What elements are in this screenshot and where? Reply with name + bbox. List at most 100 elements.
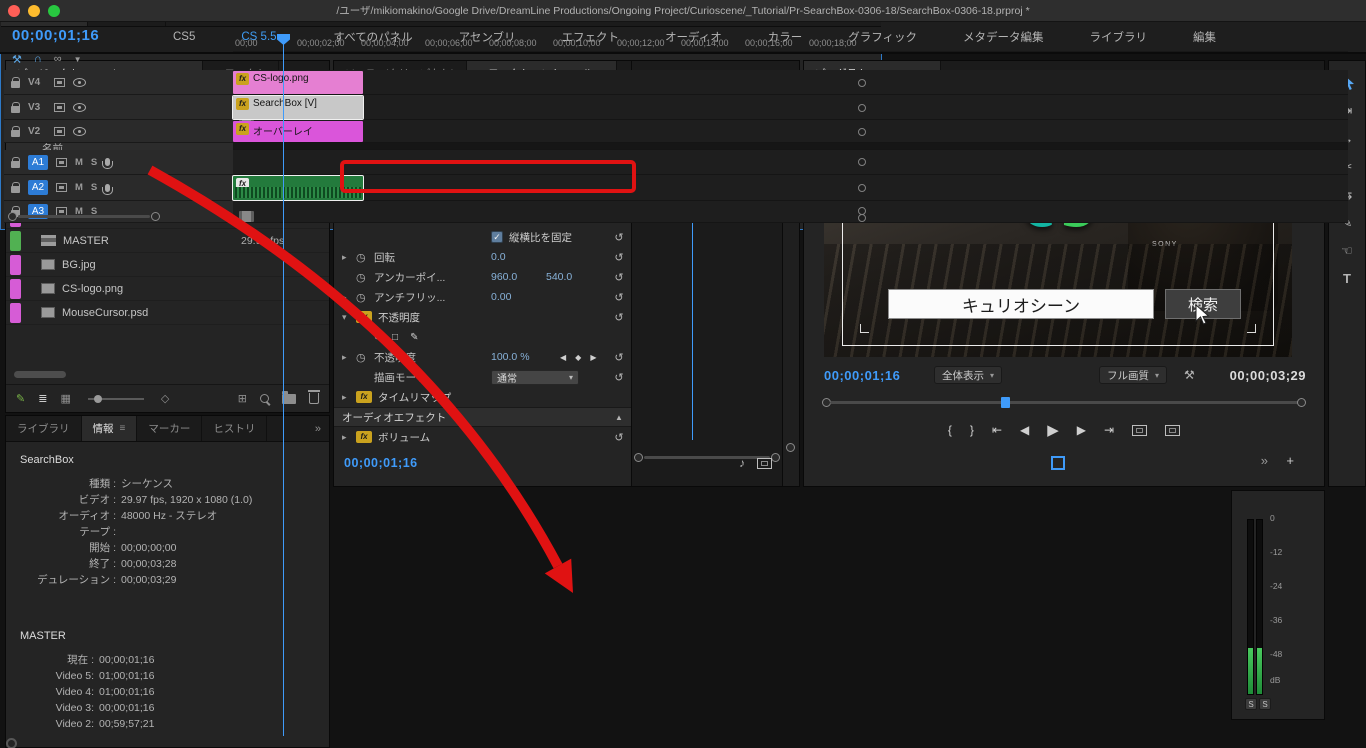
rotation-value[interactable]: 0.0: [491, 251, 546, 263]
stopwatch-icon[interactable]: ◷: [356, 251, 374, 264]
more-buttons-icon[interactable]: »: [1261, 453, 1268, 468]
hand-tool[interactable]: ☜: [1341, 243, 1353, 258]
automate-to-sequence-button[interactable]: ⊞: [238, 392, 247, 405]
program-current-timecode[interactable]: 00;00;01;16: [824, 368, 900, 383]
stopwatch-icon[interactable]: ◷: [356, 291, 374, 304]
rect-mask-icon[interactable]: □: [392, 332, 398, 343]
lock-icon[interactable]: [11, 130, 20, 137]
twirl-icon[interactable]: ▸: [342, 292, 356, 303]
label-color-chip[interactable]: [10, 279, 21, 299]
anchor-x-value[interactable]: 960.0: [491, 271, 546, 283]
reset-icon[interactable]: ↺: [607, 431, 631, 444]
track-sync-lock-icon[interactable]: [54, 78, 65, 87]
blend-mode-dropdown[interactable]: 通常 ▾: [491, 370, 579, 385]
clip-cs-logo[interactable]: fx CS-logo.png: [233, 71, 363, 94]
clip-overlay[interactable]: fx オーバーレイ: [233, 121, 363, 142]
twirl-icon[interactable]: ▾: [342, 312, 356, 323]
project-item-master[interactable]: MASTER 29.97 fps: [6, 229, 329, 253]
project-item-cslogo[interactable]: CS-logo.png: [6, 277, 329, 301]
track-sync-lock-icon[interactable]: [56, 183, 67, 192]
add-marker-icon[interactable]: ▼: [74, 55, 82, 66]
reset-icon[interactable]: ↺: [607, 271, 631, 284]
lock-icon[interactable]: [11, 161, 20, 168]
lock-icon[interactable]: [11, 81, 20, 88]
tab-marker[interactable]: マーカー: [137, 416, 202, 441]
window-zoom-button[interactable]: [48, 5, 60, 17]
track-name[interactable]: V4: [28, 77, 46, 88]
mark-in-button[interactable]: {: [948, 423, 952, 437]
solo-button[interactable]: S: [91, 182, 97, 193]
volume-effect-row[interactable]: ▸ fx ボリューム ↺: [334, 427, 631, 447]
type-tool[interactable]: T: [1343, 271, 1351, 286]
new-bin-button[interactable]: [282, 394, 296, 404]
blend-mode-row[interactable]: 描画モード 通常 ▾ ↺: [334, 367, 631, 387]
track-sync-lock-icon[interactable]: [54, 103, 65, 112]
workspace-cs5[interactable]: CS5: [150, 31, 218, 43]
effect-timecode[interactable]: 00;00;01;16: [344, 456, 418, 470]
twirl-icon[interactable]: ▸: [342, 252, 356, 263]
comparison-view-button[interactable]: [1051, 456, 1065, 470]
timeline-playhead-line[interactable]: [283, 36, 284, 230]
twirl-icon[interactable]: ▸: [342, 392, 356, 403]
project-item-bg[interactable]: BG.jpg: [6, 253, 329, 277]
track-end-dot[interactable]: [858, 158, 866, 166]
ellipse-mask-icon[interactable]: ○: [374, 332, 380, 343]
zoom-level-dropdown[interactable]: 全体表示 ▾: [934, 366, 1002, 384]
tab-info[interactable]: 情報 ≡: [82, 416, 138, 441]
opacity-value-row[interactable]: ▸ ◷ 不透明度 100.0 % ◀ ◆ ▶ ↺: [334, 347, 631, 367]
reset-icon[interactable]: ↺: [607, 311, 631, 324]
window-minimize-button[interactable]: [28, 5, 40, 17]
track-header-v2[interactable]: V2: [4, 120, 233, 143]
track-header-v4[interactable]: V4: [4, 70, 233, 95]
step-forward-button[interactable]: ▶: [1077, 423, 1086, 437]
timeline-hscrollbar[interactable]: [8, 212, 160, 221]
snap-icon[interactable]: ∩: [34, 53, 42, 66]
stopwatch-icon[interactable]: ◷: [356, 351, 374, 364]
track-output-icon[interactable]: [73, 127, 86, 136]
goto-in-button[interactable]: ⇤: [992, 423, 1002, 437]
pen-mask-icon[interactable]: ✎: [410, 332, 418, 343]
track-sync-lock-icon[interactable]: [54, 127, 65, 136]
antiflicker-value[interactable]: 0.00: [491, 291, 546, 303]
lock-icon[interactable]: [11, 106, 20, 113]
time-remap-row[interactable]: ▸ fx タイムリマップ: [334, 387, 631, 407]
window-close-button[interactable]: [8, 5, 20, 17]
track-end-dot[interactable]: [858, 104, 866, 112]
lock-icon[interactable]: [11, 186, 20, 193]
extract-button[interactable]: [1165, 425, 1180, 436]
more-tabs-icon[interactable]: »: [307, 416, 329, 441]
track-name[interactable]: A2: [28, 180, 48, 195]
track-name[interactable]: V3: [28, 102, 46, 113]
lift-button[interactable]: [1132, 425, 1147, 436]
mute-button[interactable]: M: [75, 182, 83, 193]
antiflicker-row[interactable]: ▸ ◷ アンチフリッ... 0.00 ↺: [334, 287, 631, 307]
solo-left-button[interactable]: S: [1245, 698, 1257, 710]
track-end-dot[interactable]: [858, 79, 866, 87]
goto-out-button[interactable]: ⇥: [1104, 423, 1114, 437]
mark-out-button[interactable]: }: [970, 423, 974, 437]
collapse-icon[interactable]: ▲: [607, 413, 631, 422]
twirl-icon[interactable]: ▸: [342, 352, 356, 363]
project-hscrollbar[interactable]: [14, 371, 66, 378]
timeline-ruler[interactable]: 00;00 00;00;02;00 00;00;04;00 00;00;06;0…: [233, 34, 882, 52]
solo-button[interactable]: S: [91, 157, 97, 168]
voiceover-record-icon[interactable]: [105, 184, 110, 192]
button-editor-icon[interactable]: +: [1286, 453, 1294, 468]
rotation-row[interactable]: ▸ ◷ 回転 0.0 ↺: [334, 247, 631, 267]
timeline-settings-icon[interactable]: ⚒: [12, 53, 22, 66]
reset-icon[interactable]: ↺: [607, 231, 631, 244]
track-name[interactable]: V2: [28, 126, 46, 137]
add-keyframe-icon[interactable]: ◆: [575, 353, 581, 362]
zoom-slider[interactable]: [88, 398, 144, 400]
label-color-chip[interactable]: [10, 303, 21, 323]
program-playhead[interactable]: [1001, 397, 1010, 408]
track-name[interactable]: A1: [28, 155, 48, 170]
icon-view-button[interactable]: ▦: [60, 392, 70, 405]
linked-selection-icon[interactable]: ∞: [54, 53, 62, 66]
export-frame-icon[interactable]: [757, 458, 772, 469]
project-writable-icon[interactable]: ✎: [16, 392, 25, 405]
program-scrubber[interactable]: [822, 397, 1306, 408]
track-output-icon[interactable]: [73, 103, 86, 112]
reset-icon[interactable]: ↺: [607, 371, 631, 384]
opacity-effect-row[interactable]: ▾ fx 不透明度 ↺: [334, 307, 631, 327]
